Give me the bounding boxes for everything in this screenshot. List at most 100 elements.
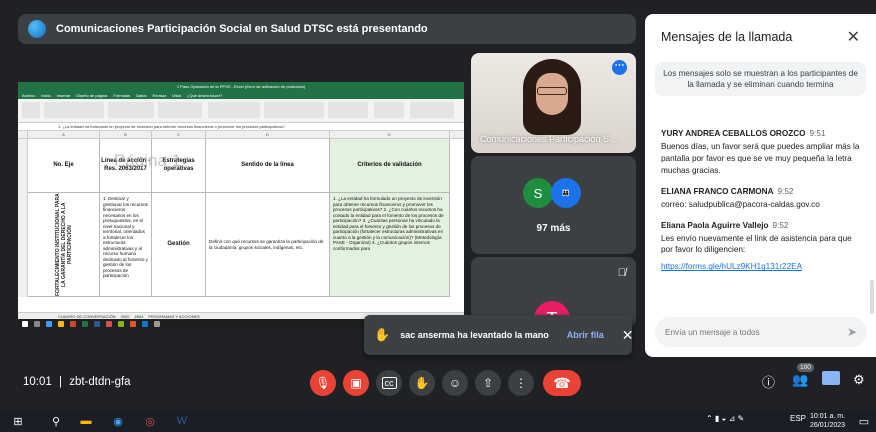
others-tile[interactable]: S 👨‍👩‍👧 97 más <box>471 156 636 254</box>
camera-off-icon: ▣ <box>350 376 362 390</box>
header-no-eje: No. Eje <box>28 139 100 193</box>
chat-messages: YURY ANDREA CEBALLOS OROZCO 9:51 Buenos d… <box>645 129 873 284</box>
sender-name: Eliana Paola Aguirre Vallejo <box>661 220 769 230</box>
meeting-info: 10:01 | zbt-dtdn-gfa <box>23 376 131 388</box>
presenter-logo-icon <box>28 20 46 38</box>
excel-sheet: No. Eje Línea de acción - Res. 2063/2017… <box>18 139 464 297</box>
message-time: 9:51 <box>809 129 826 138</box>
excel-menu-item: Vista <box>172 92 181 98</box>
notification-icon[interactable]: ▭ <box>856 413 872 429</box>
chat-message: ELIANA FRANCO CARMONA 9:52 correo: saludp… <box>661 187 863 211</box>
chat-notice: Los mensajes solo se muestran a los part… <box>655 62 866 97</box>
sheet-tab: CUADRO DE CONVERSACIÓN <box>58 313 116 319</box>
search-icon[interactable]: ⚲ <box>48 413 64 429</box>
captions-button[interactable]: cc <box>376 370 402 396</box>
meeting-code: zbt-dtdn-gfa <box>69 376 131 388</box>
close-icon[interactable]: ✕ <box>847 27 860 47</box>
sender-name: ELIANA FRANCO CARMONA <box>661 186 774 196</box>
browser-icon[interactable]: ◉ <box>110 413 126 429</box>
chrome-icon[interactable]: ◎ <box>142 413 158 429</box>
send-icon[interactable]: ➤ <box>847 325 857 339</box>
sentido-cell: Definir con qué recursos se garantiza la… <box>206 193 330 297</box>
camera-toggle-button[interactable]: ▣ <box>343 370 369 396</box>
chat-input-box[interactable]: ➤ <box>655 317 867 347</box>
header-sentido: Sentido de la línea <box>206 139 330 193</box>
word-icon[interactable]: W <box>174 413 190 429</box>
clock[interactable]: 10:01 a. m. 26/01/2023 <box>810 412 845 430</box>
attendance-link[interactable]: https://forms.gle/hULz9KH1g131r22EA <box>661 262 802 271</box>
excel-menu-item: Inicio <box>41 92 51 98</box>
avatar-s: S <box>523 178 553 208</box>
message-time: 9:52 <box>772 220 789 230</box>
criterios-cell: 1. ¿La entidad ha formulado un proyecto … <box>330 193 450 297</box>
clock-date: 26/01/2023 <box>810 422 846 429</box>
excel-menu-item: Diseño de página <box>76 92 108 98</box>
open-queue-button[interactable]: Abrir fila <box>567 330 604 340</box>
chat-message: Eliana Paola Aguirre Vallejo 9:52 Les env… <box>661 221 863 275</box>
reactions-button[interactable]: ☺ <box>442 370 468 396</box>
presentation-banner: Comunicaciones Participación Social en S… <box>18 14 636 44</box>
sheet-tab: PROGRAMAS Y ACCIONES <box>148 313 200 319</box>
header-criterios: Criterios de validación <box>330 139 450 193</box>
excel-menu-item: Revisar <box>152 92 167 98</box>
shared-screen: 1 Paso Operación de la PPSS - Excel (Err… <box>18 82 464 329</box>
close-icon[interactable]: ✕ <box>622 327 634 344</box>
raise-hand-button[interactable]: ✋ <box>409 370 435 396</box>
hand-icon: ✋ <box>414 376 430 390</box>
presenter-video-tile[interactable]: ⋯ Comunicaciones Participación S... <box>471 53 636 153</box>
message-body: Buenos días, un favor será que puedes am… <box>661 142 860 175</box>
toast-message: sac anserma ha levantado la mano <box>400 330 549 340</box>
excel-menu-item: Datos <box>136 92 147 98</box>
captions-icon: cc <box>381 377 397 389</box>
excel-column-headers: A B C D E <box>18 131 464 139</box>
excel-window-title: 1 Paso Operación de la PPSS - Excel (Err… <box>18 82 464 91</box>
leave-call-button[interactable]: ☎ <box>543 370 581 396</box>
eje-cell: FORTALECIMIENTO INSTITUCIONAL PARA LA GA… <box>28 193 100 297</box>
sheet-tab: 2020 <box>120 313 130 319</box>
chat-scrollbar[interactable] <box>870 280 874 314</box>
mic-off-icon: 🎙̸ <box>617 267 626 279</box>
message-body: correo: saludpublica@pacora-caldas.gov.c… <box>661 199 820 209</box>
activities-icon[interactable]: ⚙ <box>853 372 865 388</box>
excel-menu-item: Archivo <box>22 92 36 98</box>
more-options-icon[interactable]: ⋯ <box>612 60 627 75</box>
column-header: A <box>28 131 100 138</box>
more-participants-label: 97 más <box>536 223 571 234</box>
avatar-group-icon: 👨‍👩‍👧 <box>551 178 581 208</box>
present-icon: ⇧ <box>482 376 494 390</box>
column-header: B <box>100 131 152 138</box>
message-time: 9:52 <box>777 186 794 196</box>
info-icon[interactable]: ⓘ <box>762 372 775 391</box>
estrategia-cell: Gestión <box>152 193 206 297</box>
chat-title: Mensajes de la llamada <box>661 30 793 44</box>
present-button[interactable]: ⇧ <box>475 370 501 396</box>
column-header: E <box>330 131 450 138</box>
people-icon[interactable]: 👥 <box>792 372 808 388</box>
emoji-icon: ☺ <box>448 376 462 390</box>
more-options-button[interactable]: ⋮ <box>508 370 534 396</box>
hand-icon: ✋ <box>374 327 391 342</box>
file-explorer-icon[interactable]: ▬ <box>78 413 94 429</box>
chat-panel: Mensajes de la llamada ✕ Los mensajes so… <box>645 14 876 357</box>
chat-icon[interactable] <box>822 371 840 385</box>
excel-menu-item: Fórmulas <box>113 92 131 98</box>
presenter-video <box>523 59 581 135</box>
excel-menu-item: ¿Qué desea hacer? <box>186 92 223 98</box>
language-indicator[interactable]: ESP <box>790 414 806 423</box>
sheet-tab-active: 2021 <box>134 313 144 319</box>
chat-message-input[interactable] <box>665 327 825 337</box>
excel-menu: Archivo Inicio Insertar Diseño de página… <box>18 91 464 99</box>
mic-off-icon: 🎙 <box>315 376 331 390</box>
more-vert-icon: ⋮ <box>515 376 527 390</box>
presentation-title: Comunicaciones Participación Social en S… <box>56 23 428 35</box>
sender-name: YURY ANDREA CEBALLOS OROZCO <box>661 129 806 138</box>
meeting-time: 10:01 <box>23 376 52 388</box>
mic-toggle-button[interactable]: 🎙 <box>310 370 336 396</box>
tray-icons[interactable]: ⌃ ▮ ◒ ⊿ ✎ <box>706 414 744 423</box>
message-body: Les envío nuevamente el link de asistenc… <box>661 233 852 255</box>
excel-menu-item: Insertar <box>56 92 71 98</box>
windows-taskbar: ⊞ ⚲ ▬ ◉ ◎ W ⌃ ▮ ◒ ⊿ ✎ ESP 10:01 a. m. 26… <box>0 410 876 432</box>
windows-start-icon[interactable]: ⊞ <box>10 413 26 429</box>
presenter-name-label: Comunicaciones Participación S... <box>480 134 617 144</box>
page-watermark-1: Página 1 <box>114 151 182 170</box>
